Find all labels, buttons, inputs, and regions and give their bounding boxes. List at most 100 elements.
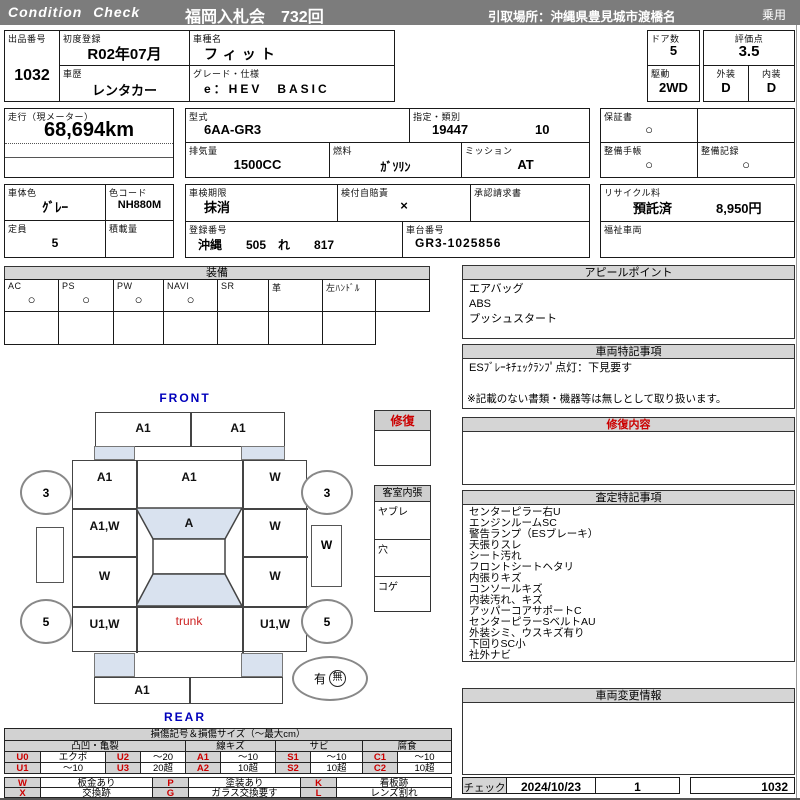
equipment-cell-lhd: 左ﾊﾝﾄﾞﾙ xyxy=(322,279,376,312)
front-label: FRONT xyxy=(159,391,211,405)
score-cell: 評価点 3.5 xyxy=(703,30,795,66)
doors-value: 5 xyxy=(669,43,678,58)
rear-pillar-left-shape xyxy=(94,653,135,677)
tire-rear-left: 5 xyxy=(20,599,72,644)
plate-cell: 登録番号 沖縄 505 れ 817 xyxy=(185,221,403,258)
rear-window-shape xyxy=(136,573,242,607)
warranty-mark: ○ xyxy=(645,122,653,137)
rocker-right-panel: W xyxy=(311,525,342,587)
tire-front-right: 3 xyxy=(301,470,353,515)
rear-bumper-panel: A1 xyxy=(94,677,283,704)
appeal-line: エアバッグ xyxy=(469,283,524,295)
equipment-mark-ps: ○ xyxy=(82,292,90,307)
legend-code: C2 xyxy=(362,762,398,774)
check-date-cell: 2024/10/23 xyxy=(506,777,596,794)
interior-grade-value: D xyxy=(766,80,777,95)
model-name-value: フィット xyxy=(204,46,280,62)
body-color-value: ｸﾞﾚｰ xyxy=(42,200,68,215)
front-bumper-right-code: A1 xyxy=(230,421,246,435)
equipment-label-navi: NAVI xyxy=(167,281,190,291)
check-date: 2024/10/23 xyxy=(520,780,582,794)
welfare-cell: 福祉車両 xyxy=(600,221,795,258)
appeal-line: プッシュスタート xyxy=(469,313,557,325)
model-code-value: 6AA-GR3 xyxy=(204,122,262,137)
displacement-cell: 排気量 1500CC xyxy=(185,142,330,178)
front-bumper-left-code: A1 xyxy=(135,421,151,435)
equipment-label-ac: AC xyxy=(8,281,22,291)
spare-has-label: 有 xyxy=(313,672,326,686)
legend-code: U3 xyxy=(105,762,141,774)
approval-label: 承認請求書 xyxy=(474,188,522,198)
mileage-divider-solid xyxy=(5,157,173,158)
special-notes-disclaimer: ※記載のない書類・機器等は無しとして取り扱います。 xyxy=(467,393,727,405)
warranty-cell: 保証書 ○ xyxy=(600,108,698,143)
pickup-location: 引取場所：沖縄県豊見城市渡橋名 xyxy=(488,10,676,24)
equipment-label-pw: PW xyxy=(117,281,133,291)
fender-front-right-code: W xyxy=(269,470,281,484)
cabin-legend-row-burn: コゲ xyxy=(374,576,431,612)
appeal-body: エアバッグ ABS プッシュスタート xyxy=(462,279,795,339)
model-name-cell: 車種名 フィット xyxy=(189,30,395,66)
legend-desc: 〜10 xyxy=(40,762,106,774)
assessment-line: 下回りSC小 xyxy=(469,638,526,650)
car-body-outline: A1 A1 W A1,W A W W W U1,W trunk U1,W xyxy=(72,460,308,653)
body-row-line-2-left xyxy=(73,556,136,558)
check-label-cell: チェック xyxy=(462,777,507,794)
rear-pillar-right-shape xyxy=(241,653,283,677)
transmission-value: AT xyxy=(517,157,534,172)
legend-mark-desc: 交換跡 xyxy=(40,787,153,798)
legend-mark-code: L xyxy=(300,787,337,798)
service-book-label: 整備手帳 xyxy=(604,146,643,156)
special-note-line: ESﾌﾞﾚｰｷﾁｪｯｸﾗﾝﾌﾟ点灯：下見要す xyxy=(469,362,633,374)
transmission-label: ミッション xyxy=(465,146,513,156)
displacement-label: 排気量 xyxy=(189,146,218,156)
special-notes-body: ESﾌﾞﾚｰｷﾁｪｯｸﾗﾝﾌﾟ点灯：下見要す ※記載のない書類・機器等は無しとし… xyxy=(462,358,795,409)
grade-cell: グレード・仕様 e：HEV BASIC xyxy=(189,65,395,102)
mileage-divider-dotted xyxy=(5,143,173,144)
equipment-cell-navi: NAVI ○ xyxy=(163,279,218,312)
equipment-cell-ps: PS ○ xyxy=(58,279,114,312)
doors-cell: ドア数 5 xyxy=(647,30,700,66)
tire-front-left: 3 xyxy=(20,470,72,515)
legend-desc: 20超 xyxy=(140,762,186,774)
insurance-mark: × xyxy=(400,198,408,213)
chassis-label: 車台番号 xyxy=(406,225,445,235)
seats-label: 定員 xyxy=(8,224,28,234)
first-registration-value: R02年07月 xyxy=(87,46,162,63)
assessment-body: センターピラー右U エンジンルームSC 警告ランプ（ESブレーキ） 天張りスレ … xyxy=(462,504,795,662)
repair-mini-title: 修復 xyxy=(374,410,431,431)
repair-detail-title: 修復内容 xyxy=(462,417,795,432)
repair-mini-body xyxy=(374,430,431,466)
spare-none-label: 無 xyxy=(329,670,346,687)
quarter-left-code: U1,W xyxy=(89,617,120,631)
check-label: チェック xyxy=(463,782,506,794)
check-lot-cell: 1032 xyxy=(690,777,795,794)
interior-grade-label: 内装 xyxy=(761,69,781,79)
lot-number-label: 出品番号 xyxy=(8,34,47,44)
recycle-cell: リサイクル料 預託済 8,950円 xyxy=(600,184,795,222)
rear-bumper-divider xyxy=(189,678,191,703)
equipment-label-lhd: 左ﾊﾝﾄﾞﾙ xyxy=(326,283,361,293)
cabin-legend-title: 客室内張 xyxy=(374,485,431,502)
drive-cell: 駆動 2WD xyxy=(647,65,700,102)
cabin-legend-row-tear: ヤブレ xyxy=(374,501,431,540)
legend-code: S2 xyxy=(275,762,311,774)
seats-value: 5 xyxy=(51,236,59,250)
drive-label: 駆動 xyxy=(651,69,671,79)
hood-code: A1 xyxy=(181,470,197,484)
assessment-title: 査定特記事項 xyxy=(462,490,795,505)
equipment-mark-navi: ○ xyxy=(186,292,195,307)
lot-number-value: 1032 xyxy=(14,67,50,84)
change-info-body xyxy=(462,702,795,775)
transmission-cell: ミッション AT xyxy=(461,142,590,178)
grade-label: グレード・仕様 xyxy=(193,69,260,79)
check-count-cell: 1 xyxy=(595,777,680,794)
equipment-row2-cell xyxy=(163,311,218,345)
damage-diagram: FRONT A1 A1 A1 A1 W A1,W A W W W U1,W tr… xyxy=(0,388,460,738)
front-bumper-panel: A1 A1 xyxy=(95,412,285,447)
fuel-value: ｶﾞｿﾘﾝ xyxy=(380,160,411,174)
vehicle-category: 乗用 xyxy=(762,8,787,22)
quarter-right-code: U1,W xyxy=(260,617,290,631)
legend-code: U1 xyxy=(4,762,41,774)
first-registration-cell: 初度登録 R02年07月 xyxy=(59,30,190,66)
